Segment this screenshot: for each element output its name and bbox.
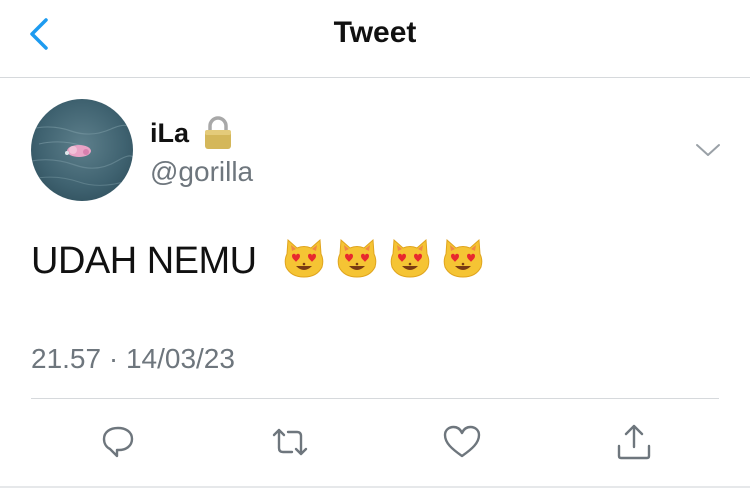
tweet-text: UDAH NEMU: [31, 240, 257, 282]
more-options-button[interactable]: [694, 140, 722, 160]
retweet-button[interactable]: [268, 420, 312, 464]
share-button[interactable]: [612, 420, 656, 464]
nav-header: Tweet: [0, 0, 750, 78]
username[interactable]: @gorilla: [150, 156, 253, 188]
tweet-timestamp: 21.57 · 14/03/23: [31, 343, 235, 374]
retweet-icon: [272, 428, 308, 456]
page-title: Tweet: [333, 16, 417, 49]
reply-button[interactable]: [96, 420, 140, 464]
heart-eyes-cat-emoji: [443, 238, 483, 278]
heart-eyes-cat-emoji: [337, 238, 377, 278]
tweet-detail-screen: Tweet iLa @gorilla UDAH NEMU 21.57 · 14/…: [0, 0, 750, 488]
chevron-down-icon: [696, 144, 720, 156]
share-icon: [617, 424, 651, 460]
avatar[interactable]: [31, 99, 133, 201]
reply-icon: [102, 426, 134, 458]
lock-icon: [205, 116, 231, 149]
heart-icon: [443, 425, 481, 458]
emoji-row: [282, 236, 494, 280]
heart-eyes-cat-emoji: [284, 238, 324, 278]
display-name[interactable]: iLa: [150, 118, 189, 149]
divider: [31, 398, 719, 399]
like-button[interactable]: [440, 420, 484, 464]
heart-eyes-cat-emoji: [390, 238, 430, 278]
